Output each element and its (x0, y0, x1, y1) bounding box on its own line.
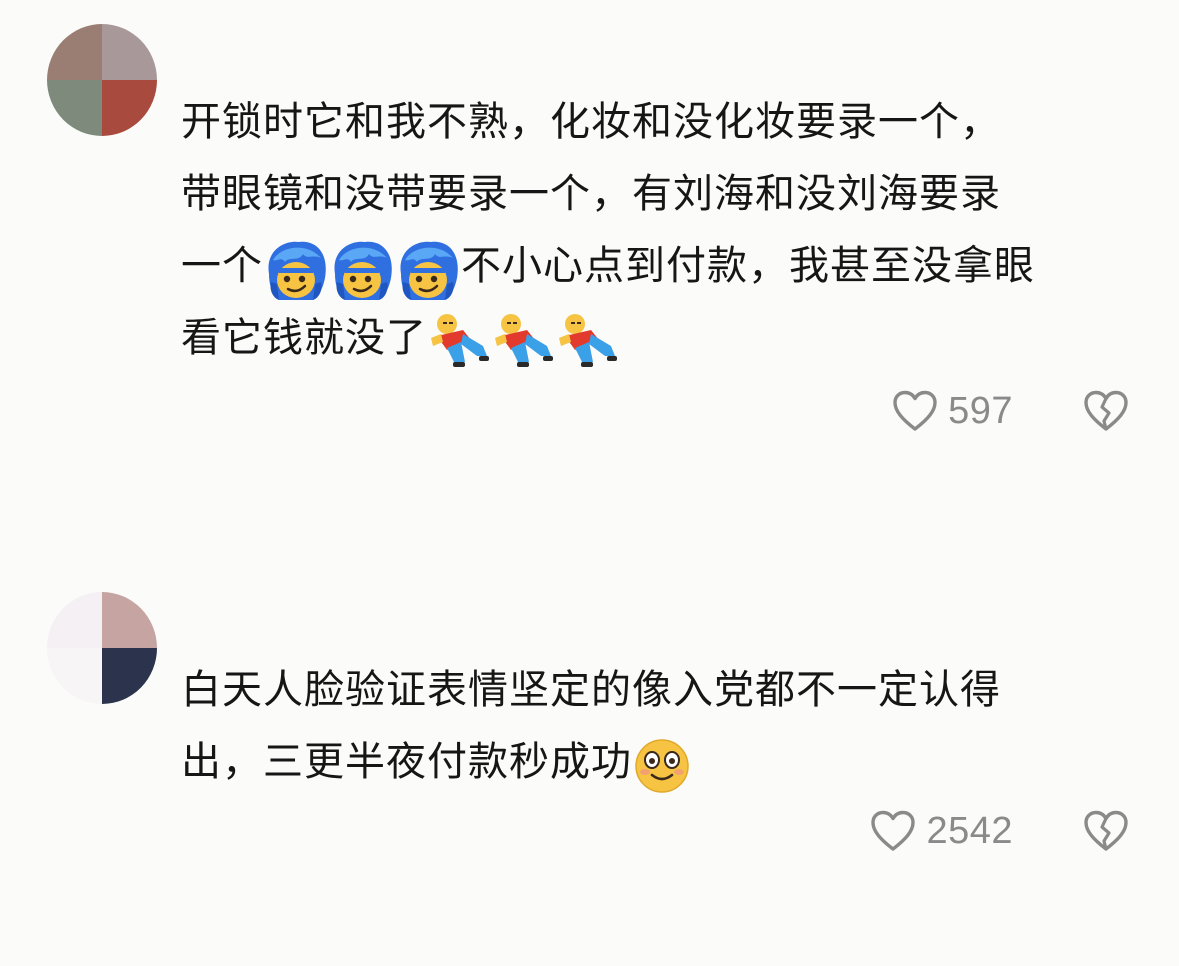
comment-text: 开锁时它和我不熟，化妆和没化妆要录一个， 带眼镜和没带要录一个，有刘海和没刘海要… (181, 86, 1121, 374)
avatar-pixel (102, 24, 157, 80)
collapsed-person-emoji (427, 312, 619, 368)
heart-outline-icon[interactable] (870, 810, 916, 852)
comment-actions: 597 (892, 386, 1129, 436)
collapsed-person-emoji (495, 314, 553, 367)
like-count: 2542 (926, 809, 1013, 852)
comment-line: 看它钱就没了 (181, 302, 1121, 374)
avatar-pixel (47, 24, 102, 80)
avatar-pixel (102, 80, 157, 136)
like-count: 597 (948, 389, 1013, 432)
comment-line-segment: 出，三更半夜付款秒成功 (181, 739, 632, 785)
blue-hair-smirk-emoji (334, 241, 392, 300)
comment-line: 带眼镜和没带要录一个，有刘海和没刘海要录 (181, 171, 1001, 217)
comment-line-segment: 一个 (181, 243, 263, 289)
collapsed-person-emoji (431, 314, 489, 367)
collapsed-person-emoji (559, 314, 617, 367)
broken-heart-icon[interactable] (1083, 810, 1129, 852)
comment-line-segment: 看它钱就没了 (181, 315, 427, 361)
comment-line: 白天人脸验证表情坚定的像入党都不一定认得 (181, 667, 1001, 713)
like-button[interactable]: 2542 (870, 810, 1013, 853)
blue-hair-smirk-emoji (400, 241, 458, 300)
blue-hair-smirk-emoji (263, 240, 461, 300)
comment-line-segment: 不小心点到付款，我甚至没拿眼 (461, 243, 1035, 289)
comment-line: 开锁时它和我不熟，化妆和没化妆要录一个， (181, 99, 1001, 145)
comment-line: 一个 不小心点到付款，我甚至没拿眼 (181, 230, 1121, 302)
comment-line: 出，三更半夜付款秒成功 (181, 726, 1121, 798)
smiling-face-emoji (632, 736, 692, 793)
avatar-pixel (47, 80, 102, 136)
avatar-pixel (102, 592, 157, 648)
avatar-pixel (102, 648, 157, 704)
broken-heart-icon[interactable] (1083, 390, 1129, 432)
blue-hair-smirk-emoji (268, 241, 326, 300)
heart-outline-icon[interactable] (892, 390, 938, 432)
like-button[interactable]: 597 (892, 390, 1013, 433)
avatar-pixel (47, 648, 102, 704)
avatar[interactable] (47, 24, 157, 136)
avatar-pixel (47, 592, 102, 648)
comment-actions: 2542 (870, 806, 1129, 856)
comment-text: 白天人脸验证表情坚定的像入党都不一定认得 出，三更半夜付款秒成功 (181, 654, 1121, 798)
avatar[interactable] (47, 592, 157, 704)
smiling-face-emoji (635, 739, 689, 793)
